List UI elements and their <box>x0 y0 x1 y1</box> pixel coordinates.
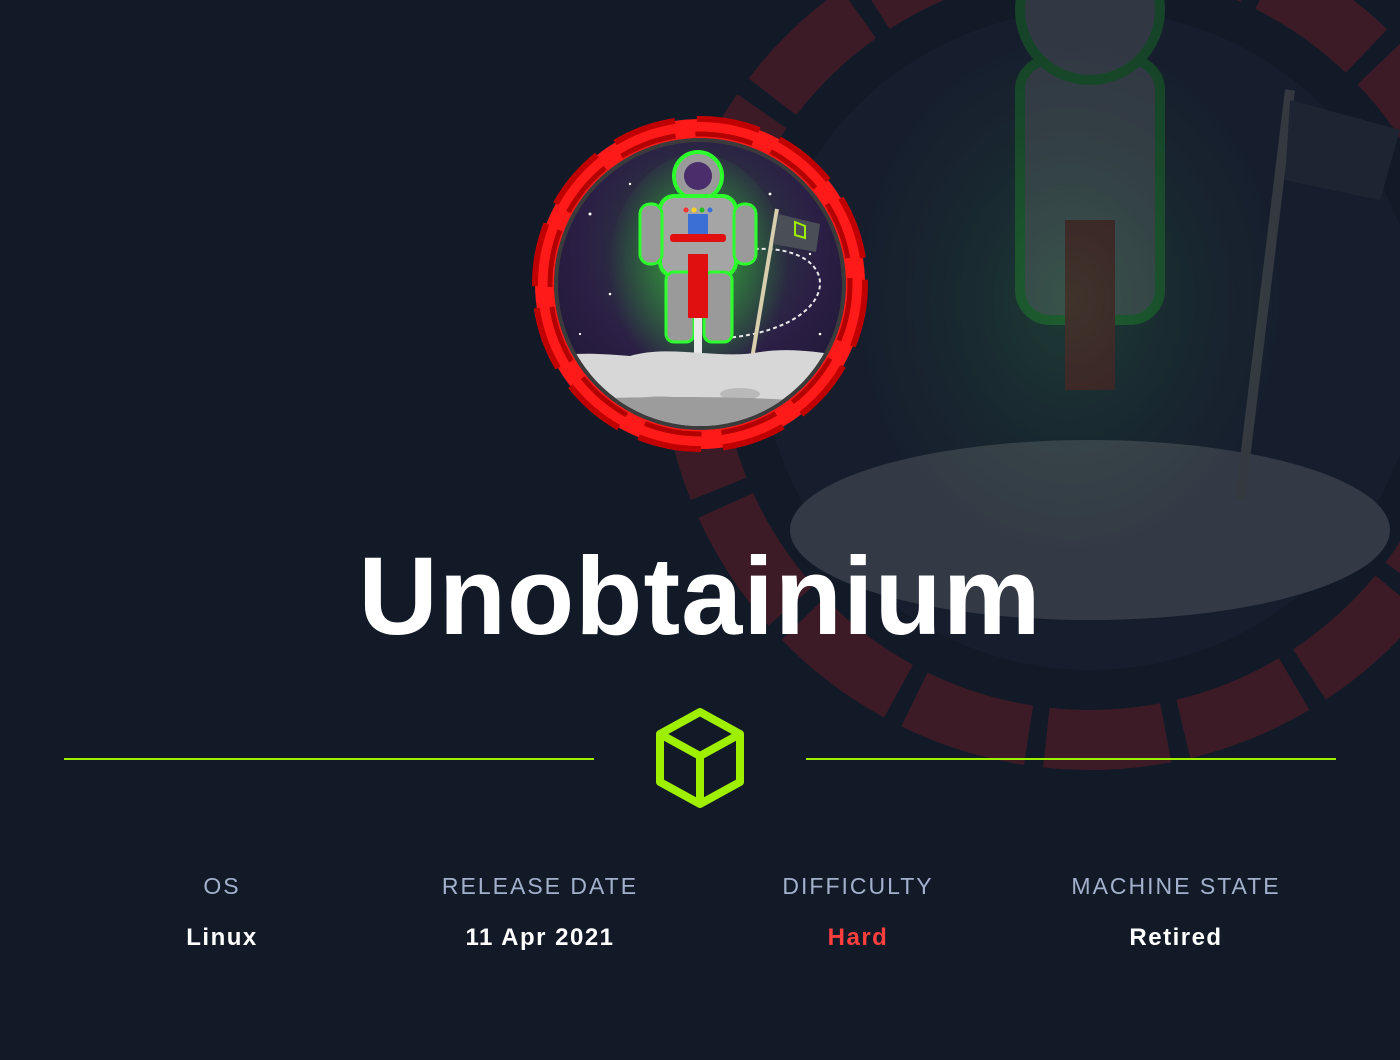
info-release-date-label: RELEASE DATE <box>441 873 639 899</box>
machine-card: Unobtainium OS Linux RELEASE DATE 11 Apr… <box>0 0 1400 1060</box>
info-os: OS Linux <box>62 870 382 954</box>
info-os-label: OS <box>203 873 241 899</box>
info-difficulty: DIFFICULTY Hard <box>698 870 1018 954</box>
info-difficulty-value: Hard <box>827 924 889 951</box>
info-release-date-value: 11 Apr 2021 <box>465 924 615 951</box>
divider-left <box>64 758 594 760</box>
info-machine-state-value: Retired <box>1129 924 1223 951</box>
info-machine-state-label: MACHINE STATE <box>1071 873 1281 899</box>
info-release-date: RELEASE DATE 11 Apr 2021 <box>380 870 700 954</box>
machine-title: Unobtainium <box>358 535 1042 658</box>
info-os-value: Linux <box>186 924 258 951</box>
divider-right <box>806 758 1336 760</box>
hackthebox-cube-icon <box>656 708 744 808</box>
info-machine-state: MACHINE STATE Retired <box>1016 870 1336 954</box>
info-difficulty-label: DIFFICULTY <box>782 873 934 899</box>
astronaut-avatar <box>532 116 868 452</box>
